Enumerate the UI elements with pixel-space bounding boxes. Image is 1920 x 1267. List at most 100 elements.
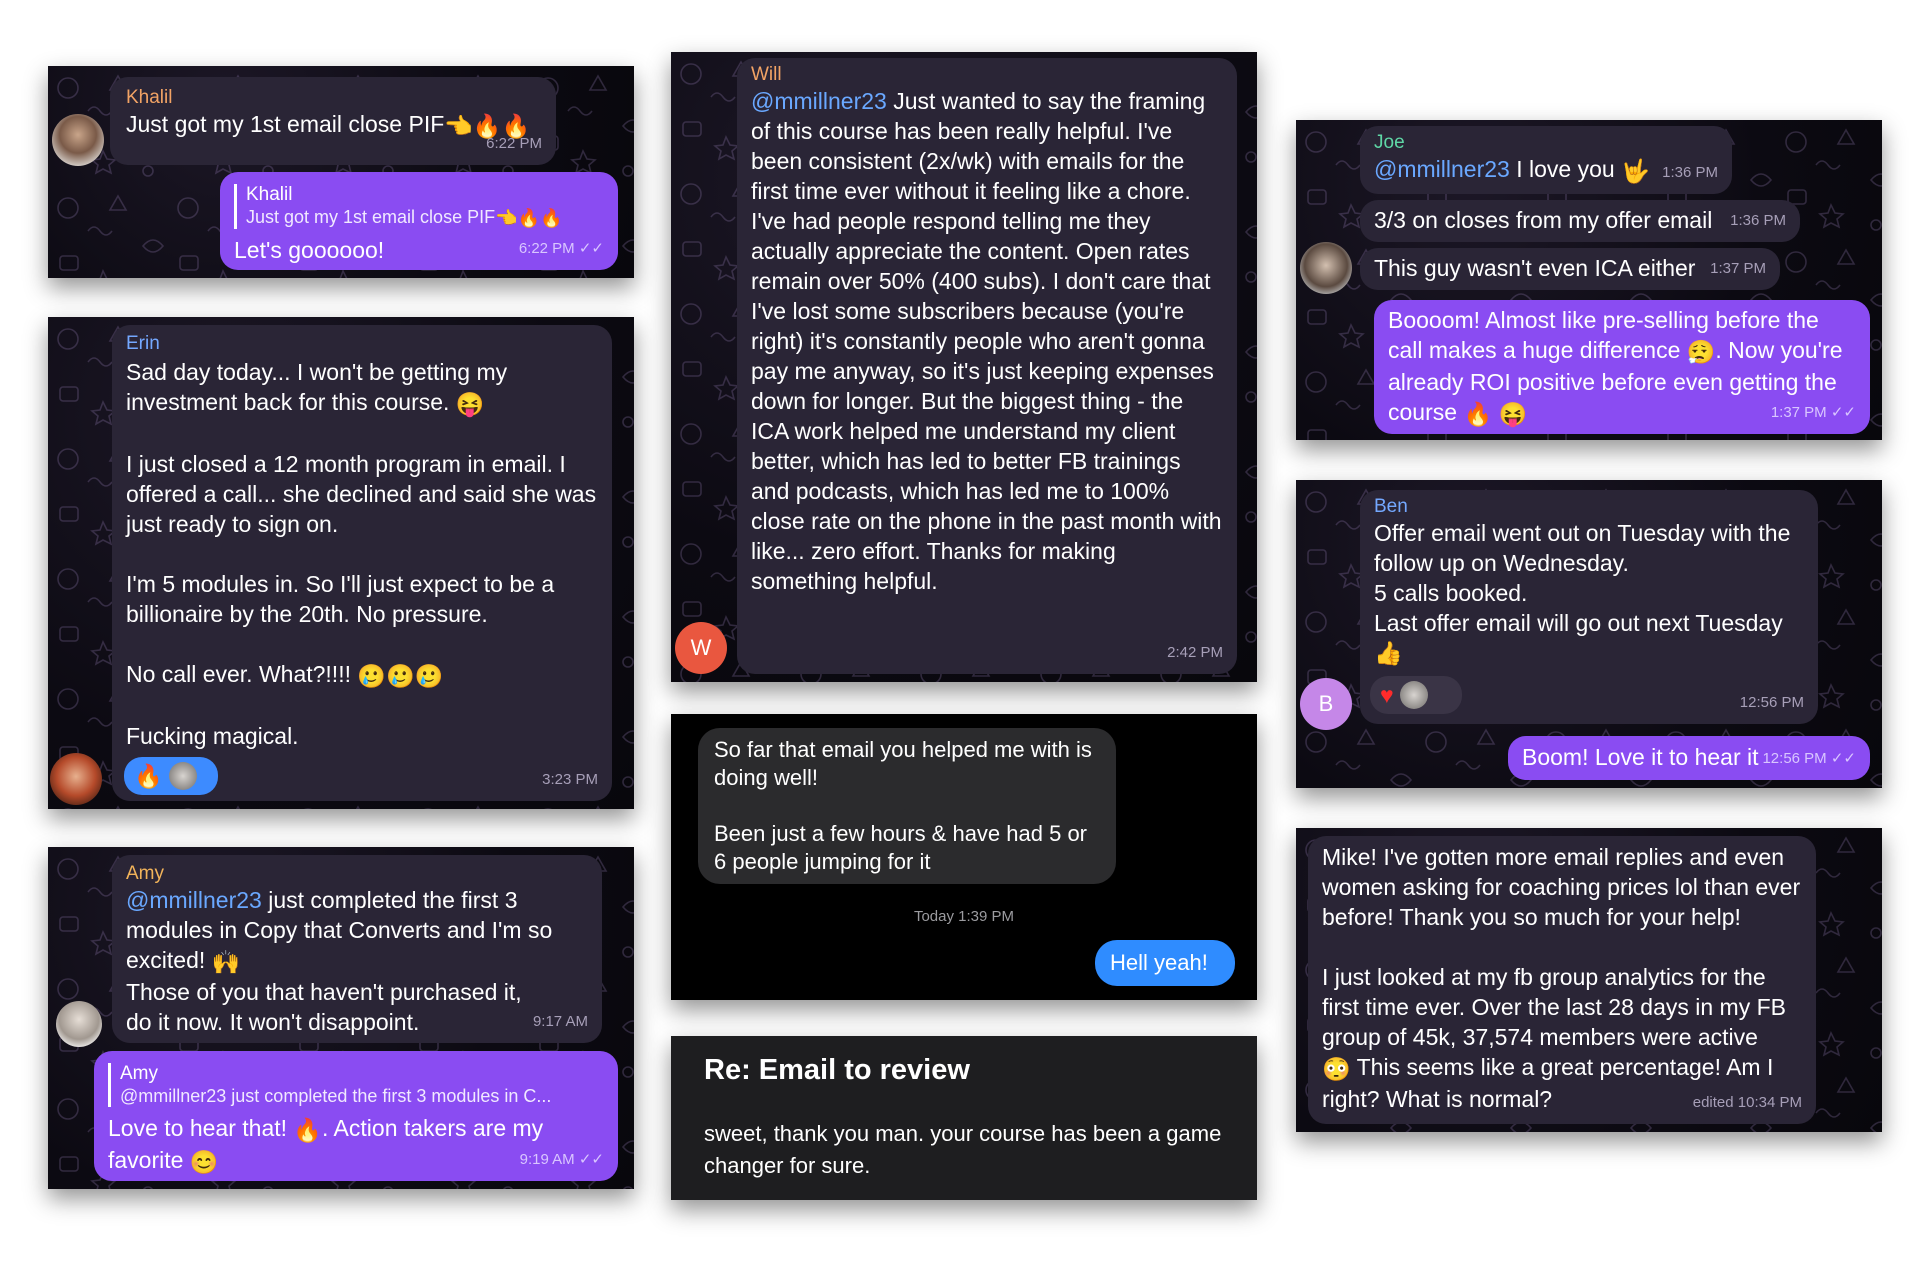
smiling-emoji: 😊 [189, 1148, 219, 1175]
quoted-reply[interactable]: Khalil Just got my 1st email close PIF👈🔥… [234, 184, 604, 230]
message-time: 9:19 AM ✓✓ [519, 1151, 604, 1168]
outgoing-imessage[interactable]: Hell yeah! [1095, 940, 1235, 986]
erin-avatar[interactable] [50, 753, 102, 805]
incoming-message[interactable]: 3/3 on closes from my offer email 1:36 P… [1360, 200, 1800, 242]
message-time: 1:37 PM [1710, 260, 1766, 277]
message-text: Boom! Love it to hear it [1522, 744, 1759, 770]
sender-name: Erin [126, 333, 160, 354]
message-text: Just got my 1st email close PIF👈🔥🔥 [126, 111, 531, 139]
incoming-message[interactable]: Khalil Just got my 1st email close PIF👈🔥… [110, 77, 556, 165]
outgoing-message[interactable]: Boooom! Almost like pre-selling before t… [1374, 300, 1870, 434]
amy-chat-card: Amy @mmillner23 just completed the first… [48, 847, 634, 1189]
joe-chat-card: Joe @mmillner23 I love you 🤟 1:36 PM 3/3… [1296, 120, 1882, 440]
message-paragraph: Sad day today... I won't be getting my i… [126, 359, 508, 417]
sender-name: Joe [1374, 132, 1405, 153]
message-text: So far that email you helped me with is … [714, 737, 1092, 790]
outgoing-reply-message[interactable]: Amy @mmillner23 just completed the first… [94, 1051, 618, 1181]
relieved-emoji: 😮‍💨 [1686, 338, 1716, 365]
outgoing-reply-message[interactable]: Khalil Just got my 1st email close PIF👈🔥… [220, 172, 618, 270]
message-text: Been just a few hours & have had 5 or 6 … [714, 821, 1088, 874]
love-you-gesture-emoji: 🤟 [1621, 157, 1650, 184]
message-time: 6:22 PM ✓✓ [518, 240, 604, 257]
message-paragraph: I just closed a 12 month program in emai… [126, 450, 597, 537]
message-time: 6:22 PM [486, 135, 542, 152]
incoming-message[interactable]: Mike! I've gotten more email replies and… [1308, 836, 1816, 1124]
message-time: 12:56 PM [1739, 694, 1804, 711]
email-body: sweet, thank you man. your course has be… [704, 1121, 1222, 1178]
quoted-sender: Khalil [246, 184, 293, 205]
incoming-message[interactable]: Will @mmillner23 Just wanted to say the … [737, 58, 1237, 674]
message-paragraph: I'm 5 modules in. So I'll just expect to… [126, 570, 555, 627]
ben-avatar[interactable]: B [1300, 678, 1352, 730]
will-chat-card: W Will @mmillner23 Just wanted to say th… [671, 52, 1257, 682]
double-check-icon: ✓✓ [578, 1151, 604, 1168]
double-check-icon: ✓✓ [1830, 404, 1856, 421]
double-check-icon: ✓✓ [1830, 750, 1856, 767]
thumbs-up-emoji: 👍 [1374, 640, 1403, 666]
message-text: Those of you that haven't purchased it, … [126, 978, 522, 1035]
pointing-hand-emoji: 👈 [444, 112, 473, 139]
flushed-face-emoji: 😳 [1322, 1055, 1351, 1082]
message-timestamp: Today 1:39 PM [913, 908, 1015, 925]
message-time: edited 10:34 PM [1692, 1094, 1802, 1111]
quoted-text: @mmillner23 just completed the first 3 m… [120, 1086, 552, 1106]
message-text: @mmillner23 just completed the first 3 m… [126, 887, 553, 975]
sender-name: Amy [126, 863, 164, 884]
fire-emoji: 🔥 [517, 208, 540, 229]
message-text: Hell yeah! [1110, 950, 1208, 975]
message-text: 3/3 on closes from my offer email [1374, 207, 1713, 233]
imessage-card: So far that email you helped me with is … [671, 714, 1257, 1000]
message-text: Offer email went out on Tuesday with the… [1374, 520, 1791, 576]
message-text: Last offer email will go out next Tuesda… [1374, 610, 1783, 636]
will-avatar[interactable]: W [675, 622, 727, 674]
message-time: 2:42 PM [1167, 644, 1223, 661]
tongue-out-emoji: 😝 [1498, 400, 1528, 427]
sender-name: Ben [1374, 496, 1408, 517]
quoted-sender: Amy [120, 1063, 158, 1084]
amy-avatar[interactable] [56, 1001, 102, 1047]
reactor-avatar [1399, 681, 1428, 709]
message-paragraph: Fucking magical. [126, 722, 299, 749]
outgoing-message[interactable]: Boom! Love it to hear it 12:56 PM ✓✓ [1508, 736, 1870, 780]
fire-emoji: 🔥 [293, 1116, 323, 1143]
sender-name: Will [751, 64, 782, 85]
joe-avatar[interactable] [1300, 242, 1352, 294]
incoming-message[interactable]: Amy @mmillner23 just completed the first… [112, 855, 602, 1043]
khalil-avatar[interactable] [52, 114, 104, 166]
mention-link[interactable]: @mmillner23 [126, 887, 262, 913]
reaction-pill[interactable]: 🔥 [124, 757, 218, 795]
email-subject: Re: Email to review [704, 1054, 970, 1086]
incoming-message[interactable]: Erin Sad day today... I won't be getting… [112, 325, 612, 801]
quoted-reply[interactable]: Amy @mmillner23 just completed the first… [108, 1063, 604, 1107]
incoming-imessage[interactable]: So far that email you helped me with is … [698, 728, 1116, 884]
reactor-avatar [168, 762, 197, 790]
message-time: 1:37 PM ✓✓ [1770, 404, 1856, 421]
message-time: 12:56 PM ✓✓ [1762, 750, 1856, 767]
fire-emoji: 🔥 [1463, 400, 1493, 427]
fire-emoji: 🔥 [539, 208, 563, 229]
reaction-pill[interactable]: ♥ [1370, 676, 1462, 714]
pointing-hand-emoji: 👈 [495, 208, 518, 229]
erin-chat-card: Erin Sad day today... I won't be getting… [48, 317, 634, 809]
mention-link[interactable]: @mmillner23 [751, 88, 887, 114]
mention-link[interactable]: @mmillner23 [1374, 156, 1510, 182]
mike-chat-card: Mike! I've gotten more email replies and… [1296, 828, 1882, 1132]
message-time: 3:23 PM [542, 771, 598, 788]
tongue-out-emoji: 😝 [455, 390, 485, 417]
incoming-message[interactable]: This guy wasn't even ICA either 1:37 PM [1360, 248, 1780, 290]
message-text: 5 calls booked. [1374, 580, 1528, 606]
quoted-text: Just got my 1st email close PIF👈🔥🔥 [246, 207, 563, 229]
raised-hands-emoji: 🙌 [211, 948, 241, 975]
message-paragraph: I just looked at my fb group analytics f… [1322, 964, 1786, 1050]
double-check-icon: ✓✓ [578, 240, 604, 257]
red-heart-emoji: ♥ [1380, 682, 1394, 708]
sender-name: Khalil [126, 87, 173, 108]
fire-emoji: 🔥 [134, 763, 163, 789]
ben-chat-card: B Ben Offer email went out on Tuesday wi… [1296, 480, 1882, 788]
message-paragraph: Mike! I've gotten more email replies and… [1322, 844, 1801, 930]
message-text: This guy wasn't even ICA either [1374, 255, 1696, 281]
email-card: Re: Email to review sweet, thank you man… [671, 1036, 1257, 1200]
incoming-message[interactable]: Ben Offer email went out on Tuesday with… [1360, 490, 1818, 724]
message-text: @mmillner23 Just wanted to say the frami… [751, 88, 1222, 594]
incoming-message[interactable]: Joe @mmillner23 I love you 🤟 1:36 PM [1360, 126, 1732, 194]
